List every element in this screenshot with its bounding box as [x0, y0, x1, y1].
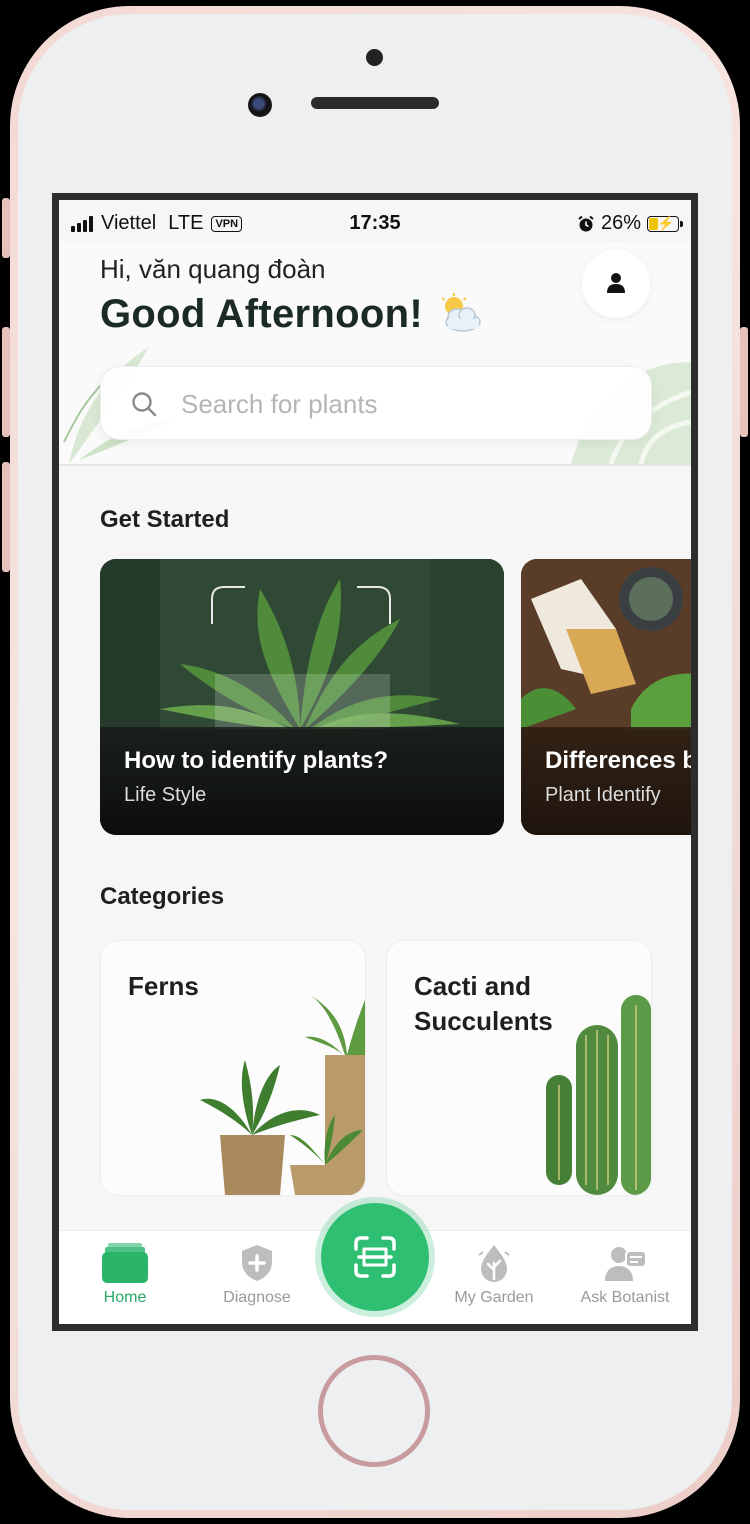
- profile-button[interactable]: [582, 250, 650, 318]
- mute-switch: [2, 198, 10, 258]
- nav-diagnose[interactable]: Diagnose: [197, 1243, 317, 1307]
- shield-plus-icon: [242, 1245, 272, 1281]
- partly-cloudy-icon: [441, 293, 481, 332]
- nav-label: Home: [103, 1289, 147, 1306]
- proximity-sensor: [366, 49, 383, 66]
- card-overlay: [100, 727, 504, 835]
- nav-label: My Garden: [454, 1289, 534, 1306]
- card-overlay: [521, 727, 691, 835]
- nav-home[interactable]: Home: [65, 1243, 185, 1307]
- gardening-gloves-photo-icon: [521, 559, 691, 729]
- header: Hi, văn quang đoàn Good Afternoon!: [59, 242, 691, 466]
- card-title: How to identify plants?: [124, 747, 388, 774]
- nav-label: Diagnose: [223, 1289, 291, 1306]
- category-card-cacti[interactable]: Cacti and Succulents: [386, 940, 652, 1196]
- article-card-differences[interactable]: Differences b Plant Identify: [521, 559, 698, 835]
- battery-icon: ⚡: [647, 215, 683, 232]
- get-started-heading: Get Started: [100, 506, 230, 533]
- search-input[interactable]: [179, 381, 623, 427]
- volume-down-button: [2, 462, 10, 572]
- categories-heading: Categories: [100, 883, 225, 910]
- scan-plant-button[interactable]: [321, 1203, 429, 1311]
- app-screen: Viettel LTE VPN 17:35 26% ⚡ Hi, văn quan: [52, 193, 698, 1331]
- power-button: [740, 327, 748, 437]
- search-bar[interactable]: [100, 366, 652, 440]
- status-right: 26% ⚡: [577, 212, 683, 235]
- article-card-identify-plants[interactable]: How to identify plants? Life Style: [100, 559, 504, 835]
- status-bar: Viettel LTE VPN 17:35 26% ⚡: [59, 200, 691, 242]
- user-icon: [607, 273, 625, 293]
- card-subtitle: Life Style: [124, 784, 207, 806]
- search-icon: [132, 392, 157, 417]
- volume-up-button: [2, 327, 10, 437]
- page-title: Good Afternoon!: [100, 292, 423, 336]
- nav-my-garden[interactable]: My Garden: [434, 1243, 554, 1307]
- greeting-text: Hi, văn quang đoàn: [100, 254, 326, 284]
- card-subtitle: Plant Identify: [545, 784, 661, 806]
- card-title: Differences b: [545, 747, 698, 774]
- front-camera: [248, 93, 272, 117]
- fern-pots-icon: [200, 995, 365, 1195]
- plant-drop-icon: [478, 1245, 510, 1282]
- cactus-icon: [546, 995, 651, 1195]
- expert-chat-icon: [605, 1247, 646, 1281]
- nav-ask-botanist[interactable]: Ask Botanist: [565, 1243, 685, 1307]
- category-card-ferns[interactable]: Ferns: [100, 940, 366, 1196]
- home-button[interactable]: [318, 1355, 430, 1467]
- battery-percent: 26%: [600, 212, 641, 234]
- nav-label: Ask Botanist: [580, 1289, 670, 1306]
- home-folder-icon: [102, 1243, 148, 1283]
- alarm-icon: [578, 215, 594, 231]
- scan-icon: [354, 1236, 396, 1278]
- plant-photo-icon: [100, 559, 504, 729]
- earpiece-speaker: [311, 97, 439, 109]
